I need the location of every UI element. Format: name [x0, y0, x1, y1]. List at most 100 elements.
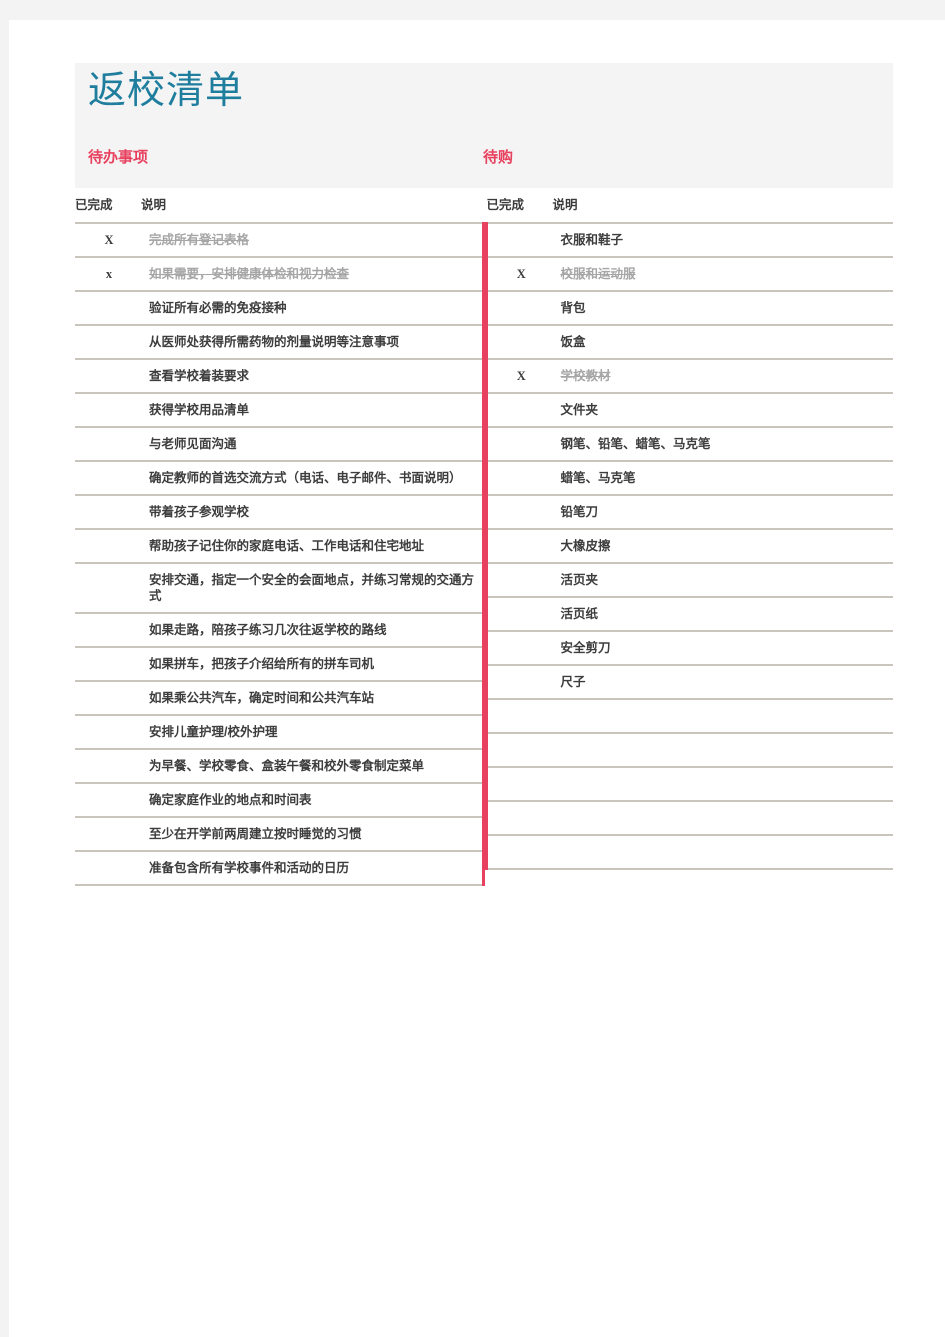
done-checkbox-cell[interactable]: [75, 680, 141, 715]
task-description-cell[interactable]: 查看学校着装要求: [141, 358, 485, 393]
table-row[interactable]: 获得学校用品清单: [75, 392, 485, 427]
done-checkbox-cell[interactable]: [75, 392, 141, 427]
task-description-cell[interactable]: [552, 732, 893, 767]
table-row[interactable]: [485, 766, 893, 801]
task-description-cell[interactable]: 确定家庭作业的地点和时间表: [141, 782, 485, 817]
table-row[interactable]: 确定教师的首选交流方式（电话、电子邮件、书面说明）: [75, 460, 485, 495]
table-row[interactable]: [485, 834, 893, 870]
table-row[interactable]: X 校服和运动服: [485, 256, 893, 291]
task-description-cell[interactable]: 钢笔、铅笔、蜡笔、马克笔: [552, 426, 893, 461]
table-row[interactable]: X 完成所有登记表格: [75, 222, 485, 257]
done-checkbox-cell[interactable]: [75, 562, 141, 613]
task-description-cell[interactable]: 获得学校用品清单: [141, 392, 485, 427]
task-description-cell[interactable]: 校服和运动服: [552, 256, 893, 291]
done-checkbox-cell[interactable]: [75, 460, 141, 495]
task-description-cell[interactable]: 为早餐、学校零食、盒装午餐和校外零食制定菜单: [141, 748, 485, 783]
table-row[interactable]: 如果拼车，把孩子介绍给所有的拼车司机: [75, 646, 485, 681]
task-description-cell[interactable]: 从医师处获得所需药物的剂量说明等注意事项: [141, 324, 485, 359]
done-checkbox-cell[interactable]: [75, 528, 141, 563]
done-mark-cell[interactable]: x: [75, 256, 141, 291]
table-row[interactable]: 活页夹: [485, 562, 893, 597]
done-checkbox-cell[interactable]: [485, 222, 553, 257]
done-checkbox-cell[interactable]: [485, 664, 553, 699]
done-checkbox-cell[interactable]: [485, 528, 553, 563]
table-row[interactable]: 背包: [485, 290, 893, 325]
done-checkbox-cell[interactable]: [75, 714, 141, 749]
table-row[interactable]: 至少在开学前两周建立按时睡觉的习惯: [75, 816, 485, 851]
table-row[interactable]: 安排交通，指定一个安全的会面地点，并练习常规的交通方式: [75, 562, 485, 613]
done-checkbox-cell[interactable]: [485, 698, 553, 733]
done-checkbox-cell[interactable]: [75, 494, 141, 529]
done-checkbox-cell[interactable]: [485, 426, 553, 461]
done-checkbox-cell[interactable]: [75, 290, 141, 325]
task-description-cell[interactable]: 文件夹: [552, 392, 893, 427]
table-row[interactable]: 帮助孩子记住你的家庭电话、工作电话和住宅地址: [75, 528, 485, 563]
task-description-cell[interactable]: 安全剪刀: [552, 630, 893, 665]
table-row[interactable]: 铅笔刀: [485, 494, 893, 529]
done-checkbox-cell[interactable]: [485, 630, 553, 665]
table-row[interactable]: 文件夹: [485, 392, 893, 427]
table-row[interactable]: 验证所有必需的免疫接种: [75, 290, 485, 325]
task-description-cell[interactable]: [552, 800, 893, 835]
done-checkbox-cell[interactable]: [485, 494, 553, 529]
task-description-cell[interactable]: 如果需要，安排健康体检和视力检查: [141, 256, 485, 291]
task-description-cell[interactable]: 至少在开学前两周建立按时睡觉的习惯: [141, 816, 485, 851]
table-row[interactable]: [485, 800, 893, 835]
task-description-cell[interactable]: 铅笔刀: [552, 494, 893, 529]
task-description-cell[interactable]: 验证所有必需的免疫接种: [141, 290, 485, 325]
table-row[interactable]: 衣服和鞋子: [485, 222, 893, 257]
table-row[interactable]: X 学校教材: [485, 358, 893, 393]
table-row[interactable]: 准备包含所有学校事件和活动的日历: [75, 850, 485, 886]
table-row[interactable]: 大橡皮擦: [485, 528, 893, 563]
done-checkbox-cell[interactable]: [75, 646, 141, 681]
task-description-cell[interactable]: [552, 834, 893, 870]
done-checkbox-cell[interactable]: [75, 748, 141, 783]
task-description-cell[interactable]: [552, 698, 893, 733]
done-checkbox-cell[interactable]: [485, 324, 553, 359]
done-checkbox-cell[interactable]: [75, 850, 141, 886]
done-checkbox-cell[interactable]: [485, 800, 553, 835]
task-description-cell[interactable]: [552, 766, 893, 801]
task-description-cell[interactable]: 准备包含所有学校事件和活动的日历: [141, 850, 485, 886]
task-description-cell[interactable]: 蜡笔、马克笔: [552, 460, 893, 495]
task-description-cell[interactable]: 活页纸: [552, 596, 893, 631]
table-row[interactable]: 活页纸: [485, 596, 893, 631]
task-description-cell[interactable]: 帮助孩子记住你的家庭电话、工作电话和住宅地址: [141, 528, 485, 563]
done-checkbox-cell[interactable]: [485, 392, 553, 427]
done-checkbox-cell[interactable]: [75, 782, 141, 817]
done-mark-cell[interactable]: X: [75, 222, 141, 257]
table-row[interactable]: [485, 732, 893, 767]
done-checkbox-cell[interactable]: [485, 460, 553, 495]
done-checkbox-cell[interactable]: [75, 324, 141, 359]
task-description-cell[interactable]: 安排儿童护理/校外护理: [141, 714, 485, 749]
done-checkbox-cell[interactable]: [485, 766, 553, 801]
task-description-cell[interactable]: 学校教材: [552, 358, 893, 393]
task-description-cell[interactable]: 如果走路，陪孩子练习几次往返学校的路线: [141, 612, 485, 647]
task-description-cell[interactable]: 完成所有登记表格: [141, 222, 485, 257]
task-description-cell[interactable]: 大橡皮擦: [552, 528, 893, 563]
table-row[interactable]: 安排儿童护理/校外护理: [75, 714, 485, 749]
task-description-cell[interactable]: 如果拼车，把孩子介绍给所有的拼车司机: [141, 646, 485, 681]
done-checkbox-cell[interactable]: [75, 816, 141, 851]
task-description-cell[interactable]: 与老师见面沟通: [141, 426, 485, 461]
table-row[interactable]: 如果走路，陪孩子练习几次往返学校的路线: [75, 612, 485, 647]
table-row[interactable]: 从医师处获得所需药物的剂量说明等注意事项: [75, 324, 485, 359]
done-checkbox-cell[interactable]: [485, 596, 553, 631]
table-row[interactable]: 如果乘公共汽车，确定时间和公共汽车站: [75, 680, 485, 715]
table-row[interactable]: 与老师见面沟通: [75, 426, 485, 461]
table-row[interactable]: [485, 698, 893, 733]
done-checkbox-cell[interactable]: [75, 426, 141, 461]
done-checkbox-cell[interactable]: [485, 834, 553, 870]
done-mark-cell[interactable]: X: [485, 256, 553, 291]
task-description-cell[interactable]: 活页夹: [552, 562, 893, 597]
task-description-cell[interactable]: 如果乘公共汽车，确定时间和公共汽车站: [141, 680, 485, 715]
table-row[interactable]: 确定家庭作业的地点和时间表: [75, 782, 485, 817]
task-description-cell[interactable]: 安排交通，指定一个安全的会面地点，并练习常规的交通方式: [141, 562, 485, 613]
table-row[interactable]: 带着孩子参观学校: [75, 494, 485, 529]
done-checkbox-cell[interactable]: [485, 562, 553, 597]
done-checkbox-cell[interactable]: [485, 732, 553, 767]
task-description-cell[interactable]: 衣服和鞋子: [552, 222, 893, 257]
task-description-cell[interactable]: 背包: [552, 290, 893, 325]
table-row[interactable]: 蜡笔、马克笔: [485, 460, 893, 495]
table-row[interactable]: 饭盒: [485, 324, 893, 359]
